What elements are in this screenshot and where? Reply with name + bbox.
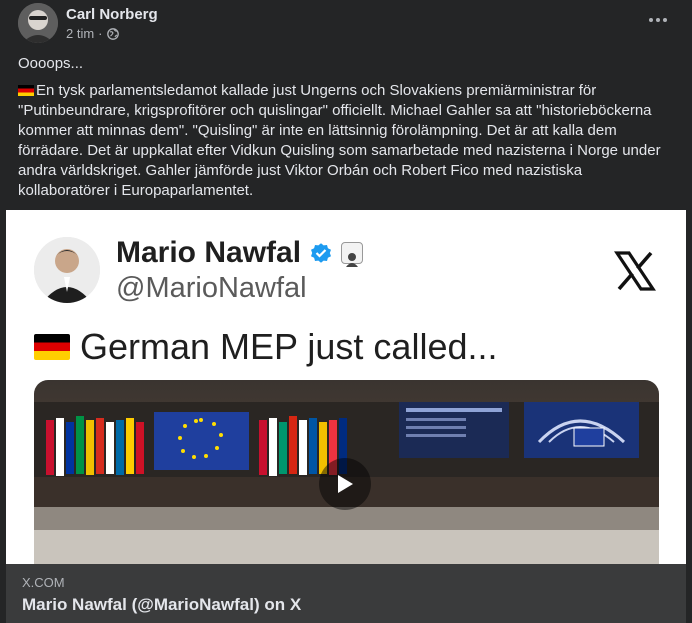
post-paragraph-2: En tysk parlamentsledamot kallade just U… (18, 81, 668, 201)
link-preview-image[interactable]: Mario Nawfal @MarioNawfal German MEP jus… (6, 210, 686, 564)
germany-flag-icon (18, 85, 34, 96)
post-paragraph-2-text: En tysk parlamentsledamot kallade just U… (18, 82, 661, 199)
embed-avatar (34, 237, 100, 303)
link-domain: X.COM (22, 575, 65, 590)
post-paragraph-1: Oooops... (18, 55, 84, 72)
post-card: Carl Norberg 2 tim · Oooops... En tysk p… (4, 0, 688, 623)
embed-name: Mario Nawfal (116, 236, 302, 269)
affiliation-badge-icon (341, 242, 364, 267)
more-options-icon[interactable] (642, 8, 674, 32)
author-avatar[interactable] (18, 3, 58, 43)
play-icon[interactable] (319, 458, 371, 510)
germany-flag-icon (34, 334, 70, 360)
post-time[interactable]: 2 tim (66, 26, 94, 41)
meta-separator: · (98, 26, 103, 41)
post-meta: 2 tim · (66, 26, 119, 41)
post-body: Oooops... En tysk parlamentsledamot kall… (18, 54, 668, 201)
link-preview-footer[interactable]: X.COM Mario Nawfal (@MarioNawfal) on X (6, 564, 686, 623)
link-title[interactable]: Mario Nawfal (@MarioNawfal) on X (22, 595, 301, 615)
embed-headline: German MEP just called... (80, 326, 498, 367)
author-name[interactable]: Carl Norberg (66, 6, 158, 23)
x-logo-icon (614, 251, 656, 291)
embed-headline-row: German MEP just called... (34, 326, 498, 368)
verified-badge-icon (311, 243, 332, 263)
globe-icon (106, 27, 119, 40)
video-thumbnail[interactable] (34, 380, 659, 564)
embed-handle: @MarioNawfal (116, 272, 307, 304)
embed-name-row: Mario Nawfal (116, 236, 364, 270)
